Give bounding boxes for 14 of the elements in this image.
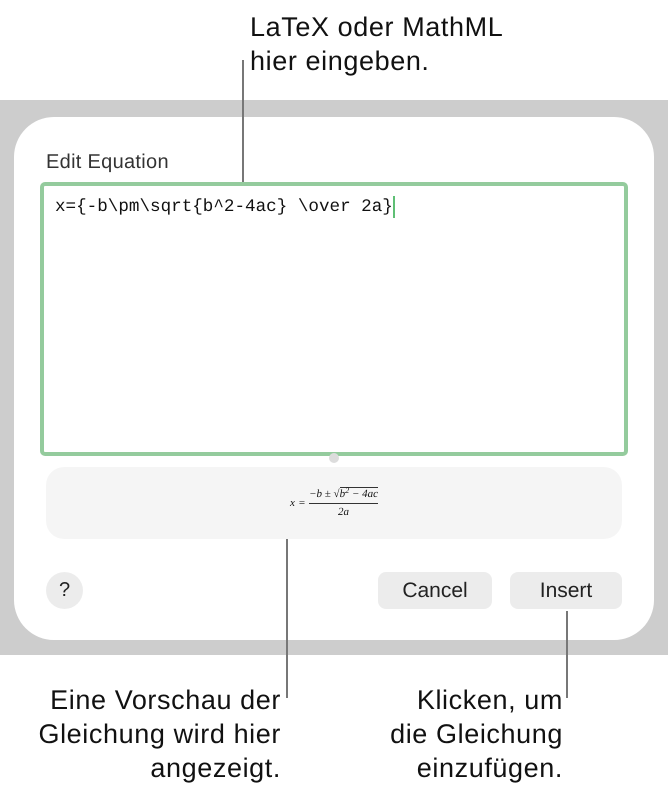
equation-input-field[interactable]: x={-b\pm\sqrt{b^2-4ac} \over 2a} [40,182,628,456]
callout-text: LaTeX oder MathML hier eingeben. [250,11,504,78]
insert-button[interactable]: Insert [510,572,622,609]
callout-text: Klicken, um die Gleichung einzufügen. [389,684,563,785]
cancel-button[interactable]: Cancel [378,572,492,609]
fraction-denominator: 2a [338,504,350,520]
equals-sign: = [298,496,306,511]
help-button[interactable]: ? [46,572,83,609]
text-cursor-icon [392,196,395,218]
resize-handle-icon[interactable] [329,453,339,463]
fraction-numerator: −b ± √b$^{2}$ − 4ac [309,486,378,502]
callout-text: Eine Vorschau der Gleichung wird hier angezeigt. [37,684,281,785]
math-variable: x [290,496,295,511]
dialog-title: Edit Equation [46,151,170,173]
